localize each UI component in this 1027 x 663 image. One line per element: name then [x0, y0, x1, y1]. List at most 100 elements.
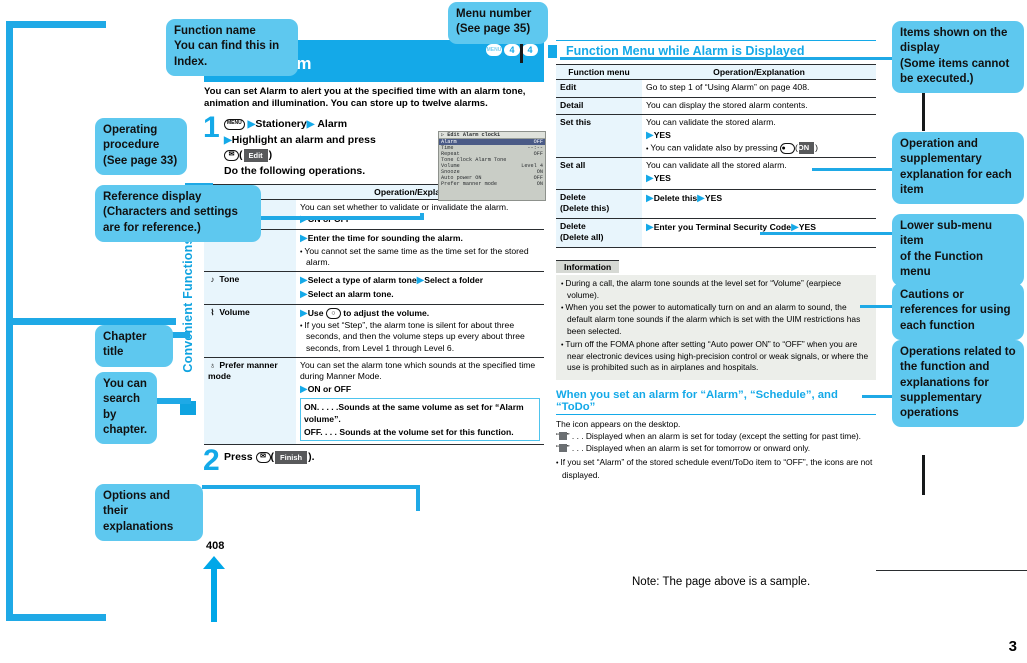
callout-menu-number: Menu number (See page 35) — [448, 2, 548, 44]
lcd-titlebar: ▷ Edit Alarm clock1 — [439, 131, 545, 139]
callout-lower-sub-menu: Lower sub-menu item of the Function menu — [892, 214, 1024, 287]
function-menu-explanation-cell: Go to step 1 of “Using Alarm” on page 40… — [642, 79, 876, 98]
explanation-step: ▶Select a type of alarm tone▶Select a fo… — [300, 275, 484, 287]
information-body: During a call, the alarm tone sounds at … — [556, 274, 876, 381]
sub-section-line-text: . . . Displayed when an alarm is set for… — [571, 443, 811, 454]
explanation-text: You can display the stored alarm content… — [646, 99, 808, 110]
menu-key-icon: MENU — [486, 44, 502, 56]
step-1-line2: Highlight an alarm and press — [231, 133, 376, 146]
explanation-bullet: You can validate also by pressing ●(ON) — [646, 142, 872, 155]
function-menu-label-cell: Edit — [556, 79, 642, 98]
option-explanation-cell: ▶Use ○ to adjust the volume.If you set “… — [296, 304, 544, 358]
explanation-step: ▶ON or OFF — [300, 383, 352, 395]
connector-operation-supplementary — [812, 168, 894, 172]
option-explanation-cell: You can set the alarm tone which sounds … — [296, 357, 544, 446]
function-menu-label: Detail — [560, 99, 584, 110]
connector-items-shown-top — [560, 57, 870, 61]
table-row: Set all You can validate all the stored a… — [556, 157, 876, 190]
table-row: Delete (Delete this) ▶Delete this▶YES — [556, 189, 876, 219]
step-1-menu-alarm: Alarm — [317, 117, 348, 130]
onoff-callout-box: ON. . . . .Sounds at the same volume as … — [300, 397, 540, 442]
table-row: Detail You can display the stored alarm c… — [556, 97, 876, 116]
folio-number: 3 — [1008, 638, 1017, 655]
softkey-edit: Edit — [243, 149, 268, 163]
up-arrow-indicator — [203, 556, 225, 622]
connector-vertical-1 — [922, 93, 925, 131]
step-2-text: Press — [224, 451, 253, 464]
explanation-text: You can set whether to validate or inval… — [300, 201, 509, 212]
arrow-icon: ▶ — [646, 221, 654, 233]
step-2-text-after: ). — [308, 451, 315, 464]
step-2-number: 2 — [203, 444, 220, 478]
sub-section-intro: The icon appears on the desktop. — [556, 419, 681, 430]
function-menu-label: Set this — [560, 117, 592, 128]
speaker-icon: ⌇ — [210, 307, 215, 317]
menu-number-key-2: 4 — [522, 44, 538, 56]
mail-key-icon: ✉ — [255, 451, 271, 463]
function-menu-label-cell: Set all — [556, 157, 642, 190]
function-menu-label: Delete — [560, 220, 586, 231]
manner-icon: ♁ — [209, 360, 216, 370]
sub-section-bullet: If you set “Alarm” of the stored schedul… — [556, 456, 876, 481]
arrow-icon: ▶ — [300, 233, 308, 245]
frame-bottom-edge — [6, 614, 106, 621]
option-label-cell: ♪ Tone — [204, 271, 296, 305]
explanation-text: You can validate the stored alarm. — [646, 117, 776, 128]
sub-section-body: The icon appears on the desktop. “” . . … — [556, 418, 876, 481]
menu-number-key-1: 4 — [504, 44, 520, 56]
section-marker — [548, 45, 557, 58]
alarm-tomorrow-icon — [558, 444, 567, 453]
table-row: ♪ Tone ▶Select a type of alarm tone▶Selec… — [204, 271, 544, 305]
step-1-menu-stationery: Stationery — [255, 117, 307, 130]
explanation-step: ▶YES — [646, 129, 671, 141]
function-menu-heading: Function Menu while Alarm is Displayed — [566, 44, 805, 58]
document-left-column: <Alarm> Using Alarm MENU 4 4 You can set… — [203, 40, 546, 476]
sub-section-line-text: . . . Displayed when an alarm is set for… — [571, 431, 861, 442]
arrow-icon: ▶ — [697, 192, 705, 204]
connector-vertical-4 — [922, 455, 925, 495]
sub-section-icon-lines: “” . . . Displayed when an alarm is set … — [556, 430, 876, 454]
connector-menu-number — [520, 41, 523, 63]
connector-reference-display — [260, 216, 420, 220]
sub-section-line: “” . . . Displayed when an alarm is set … — [556, 431, 861, 442]
option-label-cell: ♁ Prefer manner mode — [204, 357, 296, 446]
callout-items-shown: Items shown on the display (Some items c… — [892, 21, 1024, 94]
connector-operations-related — [862, 395, 894, 399]
arrow-icon: ▶ — [646, 129, 654, 141]
option-explanation-cell: ▶Select a type of alarm tone▶Select a fo… — [296, 271, 544, 305]
fm-header-operation: Operation/Explanation — [642, 64, 876, 80]
note-icon: ♪ — [210, 275, 215, 285]
table-row: Edit Go to step 1 of “Using Alarm” on pag… — [556, 79, 876, 98]
option-label-cell: ⌇ Volume — [204, 304, 296, 358]
callout-function-name: Function name You can find this in Index… — [166, 19, 298, 76]
option-explanation-cell: ▶Enter the time for sounding the alarm.Y… — [296, 229, 544, 273]
lcd-row: Prefer manner mode ON — [441, 180, 543, 187]
mail-key-icon: ✉ — [224, 150, 239, 162]
connector-cautions — [860, 305, 894, 309]
explanation-step: ▶YES — [646, 173, 671, 184]
softkey-on: ON — [798, 142, 815, 155]
menu-key-icon: MENU — [224, 118, 245, 130]
intro-paragraph: You can set Alarm to alert you at the sp… — [204, 86, 526, 110]
connector-lower-sub-menu — [760, 232, 894, 236]
softkey-finish: Finish — [275, 450, 308, 465]
explanation-text: You can set the alarm tone which sounds … — [300, 359, 536, 382]
function-menu-label: Delete — [560, 191, 586, 202]
step-1: 1 MENU ▶Stationery▶ Alarm ▶Highlight an … — [203, 112, 546, 201]
option-label: Volume — [219, 306, 250, 317]
arrow-icon: ▶ — [646, 173, 654, 184]
frame-mid-connector — [6, 318, 176, 325]
connector-search-by-chapter — [155, 398, 191, 404]
step-2: 2 Press ✉(Finish). — [203, 446, 544, 476]
step-2-body: Press ✉(Finish). — [224, 450, 315, 465]
function-menu-explanation-cell: ▶Delete this▶YES — [642, 189, 876, 219]
information-bullet: When you set the power to automatically … — [561, 302, 871, 337]
onoff-line: ON. . . . .Sounds at the same volume as … — [304, 401, 524, 425]
arrow-icon: ▶ — [300, 307, 308, 319]
arrow-icon: ▶ — [300, 383, 308, 395]
function-menu-label-cell: Delete (Delete this) — [556, 189, 642, 219]
arrow-icon: ▶ — [300, 288, 308, 300]
function-menu-label: Set all — [560, 160, 586, 171]
page-number: 408 — [206, 540, 225, 552]
sub-section-line: “” . . . Displayed when an alarm is set … — [556, 443, 811, 454]
